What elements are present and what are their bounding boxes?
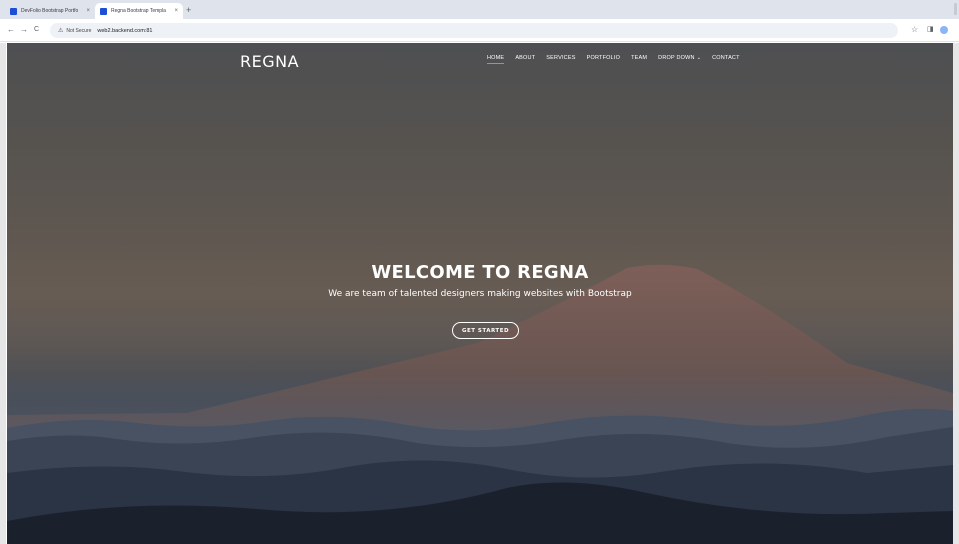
tab-regna[interactable]: Regna Bootstrap Template × <box>95 3 183 19</box>
new-tab-button[interactable]: + <box>186 4 191 16</box>
warning-icon: ⚠ <box>58 28 64 34</box>
close-icon[interactable]: × <box>86 8 90 14</box>
bookmark-star-icon[interactable]: ☆ <box>911 24 918 36</box>
tab-title: Regna Bootstrap Template <box>111 8 167 14</box>
favicon-icon <box>100 7 107 15</box>
browser-tab-strip: DevFolio Bootstrap Portfolio × Regna Boo… <box>0 0 959 19</box>
close-icon[interactable]: × <box>174 8 178 14</box>
tab-devfolio[interactable]: DevFolio Bootstrap Portfolio × <box>5 3 95 19</box>
forward-button[interactable]: → <box>20 24 28 36</box>
reload-button[interactable]: C <box>34 24 39 36</box>
nav-drop-down-label: DROP DOWN <box>658 55 695 61</box>
favicon-icon <box>10 7 17 15</box>
security-status[interactable]: Not Secure <box>66 28 91 34</box>
nav-portfolio[interactable]: PORTFOLIO <box>587 55 620 64</box>
hero-title: WELCOME TO REGNA <box>371 262 589 283</box>
nav-drop-down[interactable]: DROP DOWN ⌄ <box>658 55 701 64</box>
nav-team[interactable]: TEAM <box>631 55 647 64</box>
page-viewport: REGNA HOME ABOUT SERVICES PORTFOLIO TEAM… <box>7 43 953 544</box>
nav-services[interactable]: SERVICES <box>546 55 575 64</box>
address-bar[interactable]: ⚠ Not Secure web2.backend.com:81 <box>50 23 898 38</box>
window-control[interactable] <box>954 3 957 15</box>
back-button[interactable]: ← <box>7 24 15 36</box>
profile-icon[interactable] <box>940 26 948 34</box>
nav-home[interactable]: HOME <box>487 55 505 64</box>
tab-title: DevFolio Bootstrap Portfolio <box>21 8 79 14</box>
main-navigation: HOME ABOUT SERVICES PORTFOLIO TEAM DROP … <box>487 55 751 64</box>
nav-about[interactable]: ABOUT <box>515 55 535 64</box>
url-text[interactable]: web2.backend.com:81 <box>97 28 152 34</box>
browser-toolbar: ← → C ⚠ Not Secure web2.backend.com:81 ☆… <box>0 19 959 42</box>
left-frame <box>0 43 6 544</box>
site-logo[interactable]: REGNA <box>240 52 299 71</box>
hero-subtitle: We are team of talented designers making… <box>328 289 632 299</box>
get-started-button[interactable]: GET STARTED <box>452 322 519 339</box>
nav-contact[interactable]: CONTACT <box>712 55 740 64</box>
right-frame <box>953 43 959 544</box>
side-panel-icon[interactable]: ◨ <box>927 24 934 36</box>
chevron-down-icon: ⌄ <box>696 55 702 61</box>
